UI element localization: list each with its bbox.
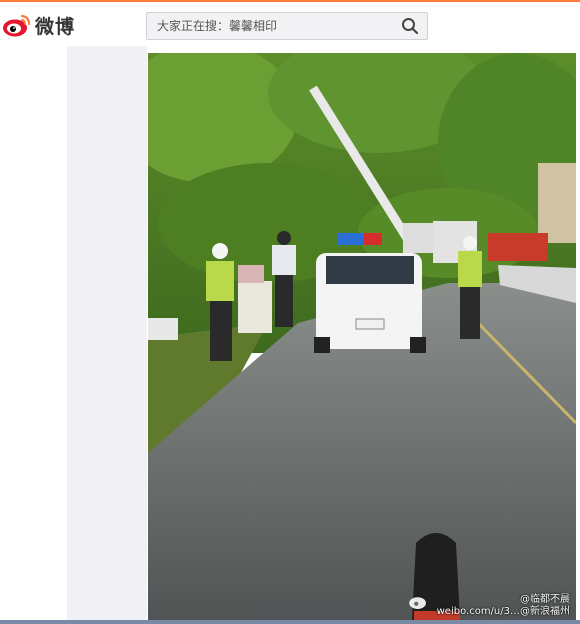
search-input[interactable] xyxy=(147,13,397,39)
weibo-watermark-icon xyxy=(408,597,426,609)
weibo-eye-logo-icon xyxy=(3,14,31,37)
weibo-logo[interactable]: 微博 xyxy=(2,10,75,40)
top-nav: 微博 xyxy=(0,2,580,46)
road-scene-photo xyxy=(148,53,576,620)
watermark-handle: @临都不晨 xyxy=(520,594,570,605)
search-box[interactable] xyxy=(146,12,428,40)
page-left-gutter xyxy=(0,46,67,624)
watermark-url: weibo.com/u/3…@新浪福州 xyxy=(436,606,570,617)
search-button[interactable] xyxy=(401,17,419,35)
photo-watermark: @临都不晨 weibo.com/u/3…@新浪福州 xyxy=(408,594,570,618)
logo-text: 微博 xyxy=(35,15,76,38)
feed-left-panel xyxy=(67,46,147,624)
search-icon xyxy=(402,18,419,35)
post-photo[interactable]: @临都不晨 weibo.com/u/3…@新浪福州 xyxy=(148,53,576,620)
bottom-edge-bar xyxy=(0,620,580,624)
